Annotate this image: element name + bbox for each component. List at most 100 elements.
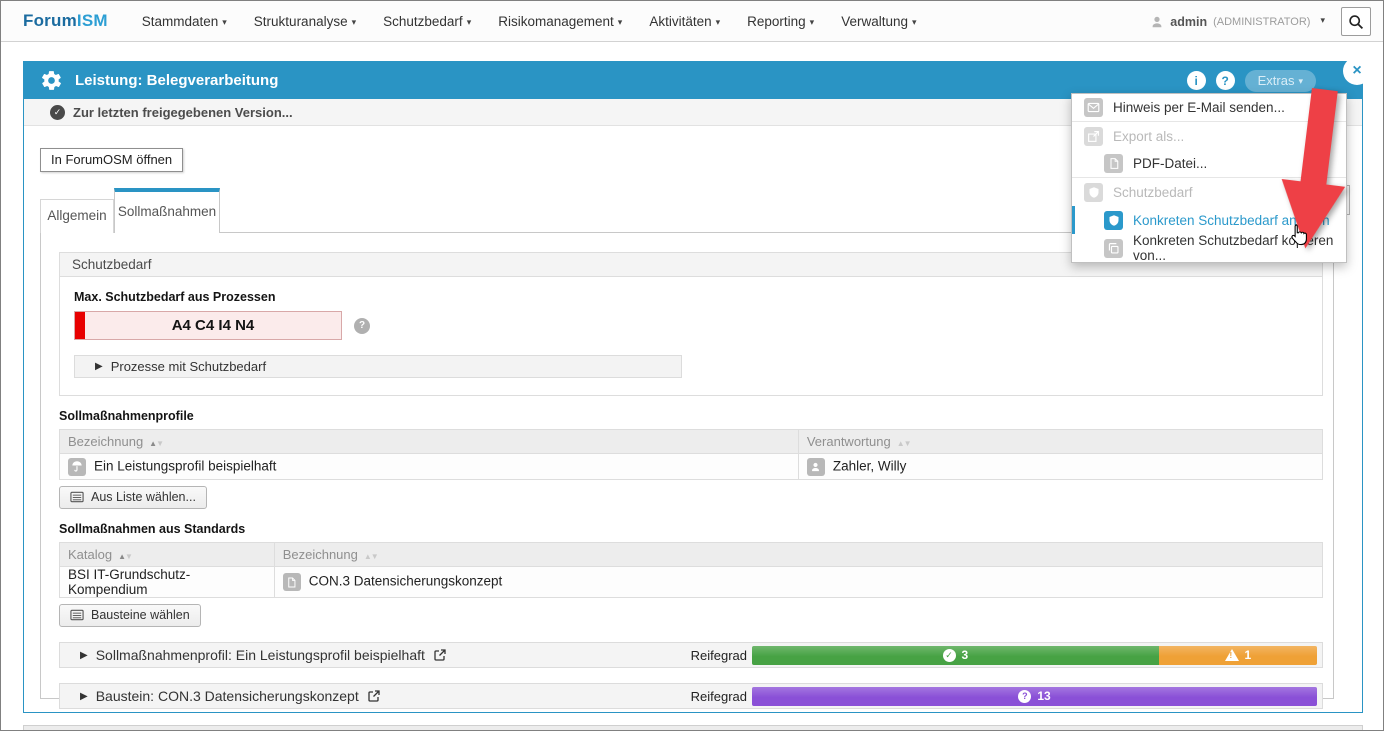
menu-item-konkreten-schutzbedarf-kopieren[interactable]: Konkreten Schutzbedarf kopieren von...: [1072, 234, 1346, 262]
external-link-icon[interactable]: [433, 648, 447, 662]
chevron-down-icon: ▾: [1320, 15, 1325, 26]
chevron-down-icon: ▾: [716, 17, 721, 27]
help-button[interactable]: ?: [1216, 71, 1235, 90]
page-title: Leistung: Belegverarbeitung: [75, 72, 278, 89]
logo-part-2: ISM: [77, 11, 108, 30]
search-icon: [1348, 14, 1364, 30]
bar-segment-warning[interactable]: !1: [1159, 646, 1317, 665]
close-button[interactable]: ×: [1343, 57, 1371, 85]
list-icon: [70, 490, 84, 504]
column-header-verantwortung[interactable]: Verantwortung▲▼: [798, 430, 1322, 454]
user-menu[interactable]: admin (ADMINISTRATOR) ▾: [1150, 1, 1325, 42]
max-schutzbedarf-value: A4 C4 I4 N4: [85, 312, 341, 339]
shield-icon: [1104, 211, 1123, 230]
standards-table-label: Sollmaßnahmen aus Standards: [59, 522, 1323, 536]
bausteine-waehlen-button[interactable]: Bausteine wählen: [59, 604, 201, 627]
extras-menu: Hinweis per E-Mail senden... Export als.…: [1071, 93, 1347, 263]
table-header-row: Katalog▲▼ Bezeichnung▲▼: [60, 543, 1323, 567]
nav-item-verwaltung[interactable]: Verwaltung▾: [841, 14, 916, 29]
tab-bar: Allgemein Sollmaßnahmen: [40, 188, 220, 233]
expander-prozesse-mit-schutzbedarf[interactable]: ▶ Prozesse mit Schutzbedarf: [74, 355, 682, 378]
nav-item-stammdaten[interactable]: Stammdaten▾: [142, 14, 227, 29]
nav-item-schutzbedarf[interactable]: Schutzbedarf▾: [383, 14, 471, 29]
cell-bezeichnung: CON.3 Datensicherungskonzept: [309, 574, 503, 589]
menu-item-schutzbedarf: Schutzbedarf: [1072, 178, 1346, 206]
nav-item-risikomanagement[interactable]: Risikomanagement▾: [498, 14, 622, 29]
nav-item-aktivitaeten[interactable]: Aktivitäten▾: [649, 14, 720, 29]
search-button[interactable]: [1341, 7, 1371, 36]
chevron-down-icon: ▾: [912, 17, 917, 27]
user-role: (ADMINISTRATOR): [1213, 16, 1310, 28]
nav-item-reporting[interactable]: Reporting▾: [747, 14, 814, 29]
menu-item-hinweis-email[interactable]: Hinweis per E-Mail senden...: [1072, 94, 1346, 122]
reifegrad-section: Reifegrad ✓3 !1: [691, 646, 1317, 665]
reifegrad-bar: ✓3 !1: [752, 646, 1317, 665]
chevron-down-icon: ▾: [1298, 76, 1303, 86]
sort-icon: ▲▼: [897, 439, 911, 448]
warning-icon: !: [1225, 649, 1239, 661]
reifegrad-label: Reifegrad: [691, 689, 747, 704]
chevron-down-icon: ▾: [467, 17, 472, 27]
expander-title: Baustein: CON.3 Datensicherungskonzept: [96, 688, 359, 704]
segment-count: 3: [962, 648, 969, 662]
chevron-down-icon: ▾: [618, 17, 623, 27]
pdf-file-icon: [1104, 154, 1123, 173]
info-icon: i: [1194, 74, 1197, 88]
app-viewport: ForumISM Stammdaten▾ Strukturanalyse▾ Sc…: [0, 0, 1384, 731]
version-link[interactable]: Zur letzten freigegebenen Version...: [73, 105, 293, 120]
nav-item-strukturanalyse[interactable]: Strukturanalyse▾: [254, 14, 356, 29]
aus-liste-waehlen-button[interactable]: Aus Liste wählen...: [59, 486, 207, 509]
check-icon: ✓: [943, 649, 956, 662]
expander-label: Prozesse mit Schutzbedarf: [111, 359, 266, 374]
tab-sollmassnahmen[interactable]: Sollmaßnahmen: [114, 188, 220, 233]
severity-color-bar: [75, 312, 85, 339]
menu-item-konkreten-schutzbedarf-anlegen[interactable]: Konkreten Schutzbedarf anlegen: [1072, 206, 1346, 234]
max-schutzbedarf-value-field: A4 C4 I4 N4: [74, 311, 342, 340]
segment-count: 13: [1037, 689, 1050, 703]
expander-baustein[interactable]: ▶ Baustein: CON.3 Datensicherungskonzept…: [59, 683, 1323, 709]
user-name: admin: [1170, 15, 1207, 29]
panel-header-actions: i ? Extras▾: [1187, 70, 1316, 92]
chevron-down-icon: ▾: [352, 17, 357, 27]
column-header-bezeichnung[interactable]: Bezeichnung▲▼: [60, 430, 799, 454]
table-row[interactable]: BSI IT-Grundschutz-Kompendium CON.3 Date…: [60, 567, 1323, 598]
cell-verantwortung: Zahler, Willy: [833, 458, 907, 473]
column-header-katalog[interactable]: Katalog▲▼: [60, 543, 275, 567]
column-header-bezeichnung[interactable]: Bezeichnung▲▼: [274, 543, 1322, 567]
expander-sollmassnahmenprofil[interactable]: ▶ Sollmaßnahmenprofil: Ein Leistungsprof…: [59, 642, 1323, 668]
info-button[interactable]: i: [1187, 71, 1206, 90]
profile-table: Bezeichnung▲▼ Verantwortung▲▼ Ein Leistu…: [59, 429, 1323, 480]
app-logo[interactable]: ForumISM: [23, 11, 108, 31]
logo-part-1: Forum: [23, 11, 77, 30]
menu-item-export-als: Export als...: [1072, 122, 1346, 150]
external-link-icon[interactable]: [367, 689, 381, 703]
reifegrad-label: Reifegrad: [691, 648, 747, 663]
help-icon: ?: [1221, 74, 1228, 88]
mail-icon: [1084, 98, 1103, 117]
sort-icon: ▲▼: [118, 552, 132, 561]
tab-allgemein[interactable]: Allgemein: [40, 199, 114, 233]
main-menu: Stammdaten▾ Strukturanalyse▾ Schutzbedar…: [142, 14, 917, 29]
profile-table-label: Sollmaßnahmenprofile: [59, 409, 1323, 423]
menu-item-pdf-datei[interactable]: PDF-Datei...: [1072, 150, 1346, 178]
caret-right-icon: ▶: [95, 361, 103, 372]
open-forumosm-button[interactable]: In ForumOSM öffnen: [40, 148, 183, 172]
close-icon: ×: [1352, 62, 1361, 80]
chevron-down-icon: ▾: [810, 17, 815, 27]
bar-segment-ok[interactable]: ✓3: [752, 646, 1159, 665]
chevron-down-icon: ▾: [222, 17, 227, 27]
table-row[interactable]: Ein Leistungsprofil beispielhaft Zahler,…: [60, 454, 1323, 480]
question-circle-icon[interactable]: ?: [354, 318, 370, 334]
caret-right-icon: ▶: [80, 691, 88, 702]
schutzbedarf-fieldset: Schutzbedarf Max. Schutzbedarf aus Proze…: [59, 252, 1323, 396]
cell-bezeichnung: Ein Leistungsprofil beispielhaft: [94, 458, 276, 473]
copy-icon: [1104, 239, 1123, 258]
profile-icon: [68, 458, 86, 476]
list-icon: [70, 608, 84, 622]
cell-katalog: BSI IT-Grundschutz-Kompendium: [68, 567, 190, 597]
bar-segment-open[interactable]: ? 13: [752, 687, 1317, 706]
extras-button[interactable]: Extras▾: [1245, 70, 1316, 92]
question-icon: ?: [1018, 690, 1031, 703]
shield-icon: [1084, 183, 1103, 202]
segment-count: 1: [1245, 648, 1252, 662]
